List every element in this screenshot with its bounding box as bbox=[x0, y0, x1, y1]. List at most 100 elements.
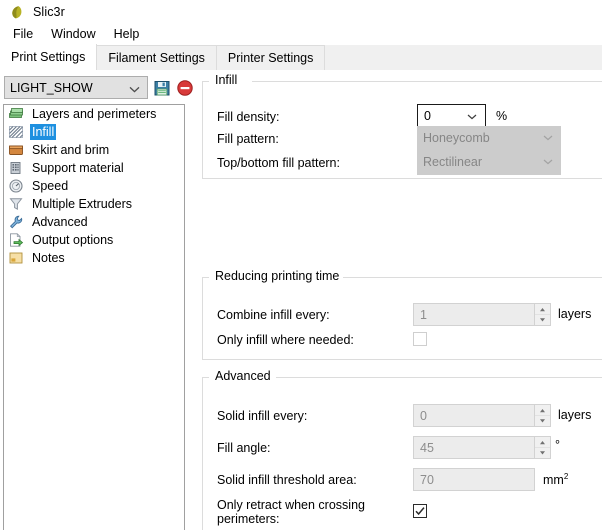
tree-item-label: Multiple Extruders bbox=[32, 197, 133, 211]
tree-item-support-material[interactable]: Support material bbox=[4, 159, 184, 177]
funnel-icon bbox=[8, 196, 24, 212]
tree-item-layers-and-perimeters[interactable]: Layers and perimeters bbox=[4, 105, 184, 123]
fill-angle-input[interactable]: 45 bbox=[413, 436, 535, 459]
stepper-up-icon[interactable] bbox=[535, 437, 550, 448]
tree-item-label: Notes bbox=[32, 251, 65, 265]
support-building-icon bbox=[8, 160, 24, 176]
speed-gauge-icon bbox=[8, 178, 24, 194]
combine-infill-every-unit: layers bbox=[558, 307, 592, 321]
field-row-combine-infill-every: Combine infill every: 1 layers bbox=[203, 303, 602, 327]
menu-item-file[interactable]: File bbox=[4, 25, 42, 44]
tab-print-settings[interactable]: Print Settings bbox=[0, 44, 98, 70]
field-row-fill-angle: Fill angle: 45 ° bbox=[203, 436, 602, 460]
fill-angle-stepper[interactable] bbox=[534, 436, 551, 459]
infill-hatch-icon bbox=[8, 124, 24, 140]
slic3r-logo-icon bbox=[9, 5, 24, 20]
group-advanced-legend: Advanced bbox=[211, 369, 275, 383]
tree-item-label: Output options bbox=[32, 233, 114, 247]
only-infill-where-needed-label: Only infill where needed: bbox=[217, 333, 354, 347]
preset-bar: LIGHT_SHOW bbox=[4, 75, 194, 100]
tab-filament-settings[interactable]: Filament Settings bbox=[96, 45, 217, 70]
stepper-down-icon[interactable] bbox=[535, 416, 550, 427]
tree-item-advanced[interactable]: Advanced bbox=[4, 213, 184, 231]
field-row-solid-infill-threshold-area: Solid infill threshold area: 70 mm2 bbox=[203, 468, 602, 492]
combine-infill-every-stepper[interactable] bbox=[534, 303, 551, 326]
label-line-2: perimeters: bbox=[217, 512, 280, 526]
fill-density-unit: % bbox=[496, 109, 508, 123]
tree-item-speed[interactable]: Speed bbox=[4, 177, 184, 195]
chevron-down-icon bbox=[467, 114, 477, 120]
tab-printer-settings[interactable]: Printer Settings bbox=[215, 45, 326, 70]
fill-pattern-label: Fill pattern: bbox=[217, 132, 279, 146]
solid-infill-threshold-area-input[interactable]: 70 bbox=[413, 468, 535, 491]
field-row-top-bottom-fill-pattern: Top/bottom fill pattern: Rectilinear bbox=[203, 149, 602, 175]
title-bar: Slic3r bbox=[0, 0, 602, 24]
save-preset-button[interactable] bbox=[153, 79, 171, 97]
output-arrow-icon bbox=[8, 232, 24, 248]
menu-item-help[interactable]: Help bbox=[105, 25, 149, 44]
top-bottom-fill-pattern-label: Top/bottom fill pattern: bbox=[217, 156, 340, 170]
group-reducing-printing-time-legend: Reducing printing time bbox=[211, 269, 344, 283]
combine-infill-every-value: 1 bbox=[420, 307, 427, 322]
group-infill: Infill Fill density: 0 % Fill pattern: H… bbox=[202, 73, 602, 179]
chevron-down-icon bbox=[543, 135, 553, 141]
solid-infill-threshold-area-value: 70 bbox=[420, 472, 434, 487]
top-bottom-fill-pattern-select[interactable]: Rectilinear bbox=[417, 149, 561, 175]
stepper-down-icon[interactable] bbox=[535, 448, 550, 459]
tree-item-infill[interactable]: Infill bbox=[4, 123, 184, 141]
menu-item-window[interactable]: Window bbox=[42, 25, 104, 44]
label-line-1: Only retract when crossing bbox=[217, 498, 365, 512]
slic3r-window: Slic3r File Window Help Print Settings F… bbox=[0, 0, 602, 530]
tree-item-label: Advanced bbox=[32, 215, 88, 229]
tree-item-label: Infill bbox=[30, 124, 57, 140]
tree-item-output-options[interactable]: Output options bbox=[4, 231, 184, 249]
tab-strip: Print Settings Filament Settings Printer… bbox=[0, 44, 602, 71]
menu-bar: File Window Help bbox=[0, 24, 602, 45]
group-advanced: Advanced Solid infill every: 0 layers Fi… bbox=[202, 369, 602, 530]
solid-infill-every-value: 0 bbox=[420, 408, 427, 423]
field-row-only-retract-when-crossing-perimeters: Only retract when crossing perimeters: bbox=[203, 496, 602, 530]
solid-infill-every-label: Solid infill every: bbox=[217, 409, 308, 423]
settings-form-area: Infill Fill density: 0 % Fill pattern: H… bbox=[196, 71, 602, 530]
tree-item-notes[interactable]: Notes bbox=[4, 249, 184, 267]
notes-icon bbox=[8, 250, 24, 266]
fill-angle-value: 45 bbox=[420, 440, 434, 455]
top-bottom-fill-pattern-value: Rectilinear bbox=[423, 155, 483, 169]
tree-item-label: Support material bbox=[32, 161, 124, 175]
fill-pattern-value: Honeycomb bbox=[423, 131, 490, 145]
skirt-box-icon bbox=[8, 142, 24, 158]
tree-item-label: Layers and perimeters bbox=[32, 107, 157, 121]
chevron-down-icon bbox=[543, 159, 553, 165]
tree-item-skirt-and-brim[interactable]: Skirt and brim bbox=[4, 141, 184, 159]
delete-preset-button[interactable] bbox=[176, 79, 194, 97]
stepper-up-icon[interactable] bbox=[535, 304, 550, 315]
group-reducing-printing-time: Reducing printing time Combine infill ev… bbox=[202, 269, 602, 360]
only-retract-when-crossing-perimeters-label: Only retract when crossing perimeters: bbox=[217, 498, 407, 526]
solid-infill-threshold-area-unit: mm2 bbox=[543, 472, 568, 487]
preset-select[interactable]: LIGHT_SHOW bbox=[4, 76, 148, 99]
content-area: LIGHT_SHOW Layers and perimeters Infill … bbox=[0, 71, 602, 530]
fill-density-value: 0 bbox=[424, 109, 431, 123]
field-row-fill-pattern: Fill pattern: Honeycomb bbox=[203, 125, 602, 151]
chevron-down-icon bbox=[129, 86, 140, 93]
unit-text: mm bbox=[543, 473, 564, 488]
solid-infill-every-input[interactable]: 0 bbox=[413, 404, 535, 427]
field-row-solid-infill-every: Solid infill every: 0 layers bbox=[203, 404, 602, 428]
tree-item-multiple-extruders[interactable]: Multiple Extruders bbox=[4, 195, 184, 213]
tree-item-label: Skirt and brim bbox=[32, 143, 110, 157]
combine-infill-every-label: Combine infill every: bbox=[217, 308, 330, 322]
settings-tree-panel[interactable]: Layers and perimeters Infill Skirt and b… bbox=[3, 104, 185, 530]
layers-icon bbox=[8, 106, 24, 122]
unit-exponent: 2 bbox=[563, 472, 569, 481]
preset-select-value: LIGHT_SHOW bbox=[10, 80, 93, 95]
solid-infill-every-stepper[interactable] bbox=[534, 404, 551, 427]
stepper-up-icon[interactable] bbox=[535, 405, 550, 416]
only-retract-when-crossing-perimeters-checkbox[interactable] bbox=[413, 504, 427, 518]
combine-infill-every-input[interactable]: 1 bbox=[413, 303, 535, 326]
stepper-down-icon[interactable] bbox=[535, 315, 550, 326]
fill-pattern-select[interactable]: Honeycomb bbox=[417, 125, 561, 151]
delete-preset-icon bbox=[177, 79, 193, 96]
tree-item-label: Speed bbox=[32, 179, 69, 193]
only-infill-where-needed-checkbox[interactable] bbox=[413, 332, 427, 346]
fill-angle-unit: ° bbox=[555, 438, 560, 452]
